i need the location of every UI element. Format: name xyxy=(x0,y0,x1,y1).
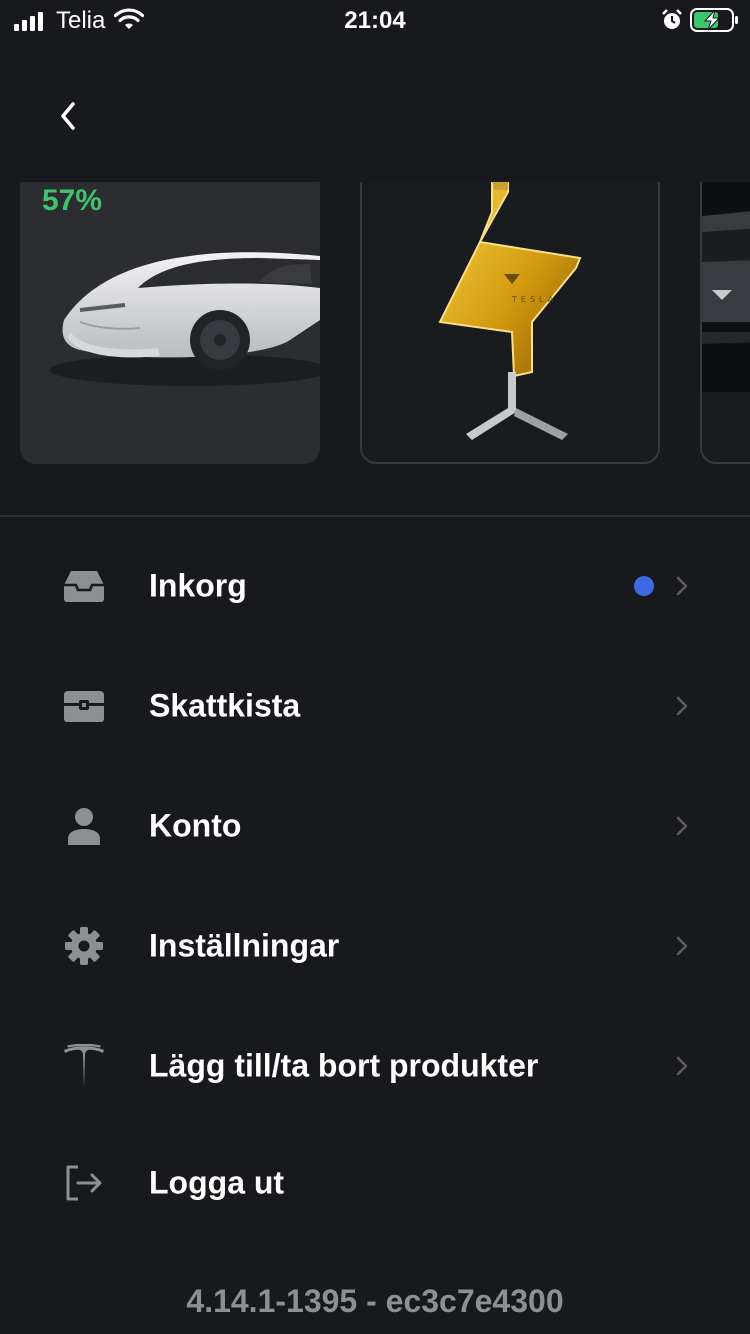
battery-charging-icon xyxy=(690,8,738,32)
inbox-icon xyxy=(60,562,108,610)
menu-item-label: Konto xyxy=(149,807,242,844)
gear-icon xyxy=(60,922,108,970)
menu-item-label: Logga ut xyxy=(149,1164,285,1201)
chevron-right-icon xyxy=(676,696,688,716)
product-card-decanter[interactable]: TESLA xyxy=(360,182,660,464)
menu-item-add-remove-products[interactable]: Lägg till/ta bort produkter xyxy=(0,1016,750,1116)
chevron-left-icon xyxy=(61,102,75,130)
menu-item-label: Skattkista xyxy=(149,687,301,724)
svg-text:TESLA: TESLA xyxy=(511,295,557,304)
user-icon xyxy=(60,802,108,850)
status-bar: Telia 21:04 xyxy=(0,0,750,40)
menu-item-inbox[interactable]: Inkorg xyxy=(0,536,750,636)
menu-item-logout[interactable]: Logga ut xyxy=(0,1133,750,1233)
product-card-car[interactable]: 57% xyxy=(20,182,320,464)
chevron-right-icon xyxy=(676,576,688,596)
chevron-right-icon xyxy=(676,816,688,836)
app-version: 4.14.1-1395 - ec3c7e4300 xyxy=(186,1283,564,1319)
treasure-chest-icon xyxy=(60,682,108,730)
chevron-right-icon xyxy=(676,1056,688,1076)
menu-item-label: Inkorg xyxy=(149,567,247,604)
menu-item-settings[interactable]: Inställningar xyxy=(0,896,750,996)
chevron-right-icon xyxy=(676,936,688,956)
product-carousel[interactable]: 57% TESLA xyxy=(0,182,750,466)
logout-icon xyxy=(60,1159,108,1207)
divider xyxy=(0,515,750,517)
menu-item-treasure-chest[interactable]: Skattkista xyxy=(0,656,750,756)
battery-percentage: 57% xyxy=(42,184,103,217)
car-image xyxy=(50,252,320,386)
back-button[interactable] xyxy=(44,92,92,140)
tesla-logo-icon xyxy=(60,1042,108,1090)
menu-item-label: Inställningar xyxy=(149,927,340,964)
menu-item-account[interactable]: Konto xyxy=(0,776,750,876)
decanter-image: TESLA xyxy=(438,182,582,440)
alarm-icon xyxy=(662,9,682,29)
clock: 21:04 xyxy=(344,7,406,34)
product-card-car-partial[interactable] xyxy=(700,182,750,464)
unread-indicator xyxy=(634,576,654,596)
car-front-image xyxy=(702,182,750,392)
menu-item-label: Lägg till/ta bort produkter xyxy=(149,1047,539,1084)
